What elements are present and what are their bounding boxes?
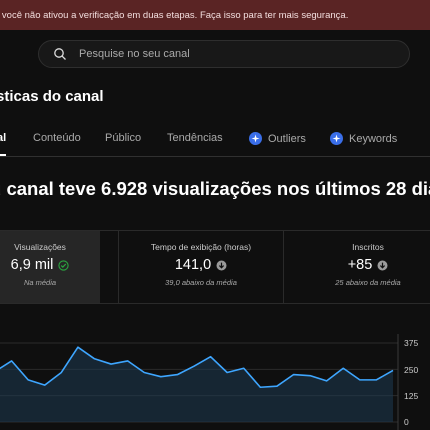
- views-chart-svg: [0, 334, 399, 430]
- tab-trends[interactable]: Tendências: [167, 132, 223, 144]
- data-point[interactable]: [209, 355, 213, 359]
- y-tick-label: 250: [404, 365, 419, 375]
- sparkle-icon: [249, 132, 262, 145]
- metric-value-row: +85: [283, 257, 430, 273]
- data-point[interactable]: [358, 378, 362, 382]
- tab-overview[interactable]: al: [0, 132, 6, 144]
- search-bar[interactable]: [38, 40, 410, 68]
- metric-value-row: 6,9 mil: [0, 257, 100, 273]
- data-point[interactable]: [391, 368, 395, 372]
- data-point[interactable]: [43, 383, 47, 387]
- views-area-fill: [0, 347, 393, 422]
- data-point[interactable]: [159, 375, 163, 379]
- down-arrow-icon: [216, 260, 227, 271]
- metric-value: 6,9 mil: [10, 257, 54, 273]
- data-point[interactable]: [308, 374, 312, 378]
- down-arrow-icon: [377, 260, 388, 271]
- data-point[interactable]: [76, 345, 80, 349]
- data-point[interactable]: [126, 359, 130, 363]
- search-input[interactable]: [79, 48, 379, 60]
- data-point[interactable]: [325, 379, 329, 383]
- data-point[interactable]: [225, 370, 229, 374]
- data-point[interactable]: [59, 370, 63, 374]
- data-point[interactable]: [341, 366, 345, 370]
- tab-label: Conteúdo: [33, 132, 81, 144]
- data-point[interactable]: [374, 378, 378, 382]
- tab-keywords[interactable]: Keywords: [330, 132, 397, 145]
- summary-headline: u canal teve 6.928 visualizações nos últ…: [0, 178, 430, 199]
- data-point[interactable]: [292, 373, 296, 377]
- data-point[interactable]: [26, 378, 30, 382]
- metric-value: +85: [347, 257, 373, 273]
- metric-note: 25 abaixo da média: [335, 278, 401, 287]
- tab-outliers[interactable]: Outliers: [249, 132, 306, 145]
- sparkle-icon: [330, 132, 343, 145]
- data-point[interactable]: [142, 370, 146, 374]
- metric-value: 141,0: [174, 257, 212, 273]
- tab-label: Tendências: [167, 132, 223, 144]
- tab-bar: al Conteúdo Público Tendências Outliers …: [0, 120, 430, 157]
- active-tab-indicator: [0, 154, 6, 156]
- data-point[interactable]: [258, 385, 262, 389]
- data-point[interactable]: [93, 357, 97, 361]
- metric-value-row: 141,0: [119, 257, 283, 273]
- y-tick-label: 375: [404, 338, 419, 348]
- metric-card-views[interactable]: Visualizações 6,9 mil Na média: [0, 231, 100, 303]
- metric-note: 39,0 abaixo da média: [165, 278, 237, 287]
- metric-card-subscribers[interactable]: Inscritos +85 25 abaixo da média: [283, 231, 430, 303]
- metric-card-watch-time[interactable]: Tempo de exibição (horas) 141,0 39,0 aba…: [118, 231, 284, 303]
- data-point[interactable]: [192, 364, 196, 368]
- data-point[interactable]: [175, 373, 179, 377]
- y-tick-label: 0: [404, 417, 409, 427]
- tab-label: al: [0, 132, 7, 144]
- tab-content[interactable]: Conteúdo: [33, 132, 81, 144]
- metric-label: Visualizações: [14, 242, 66, 252]
- data-point[interactable]: [10, 359, 14, 363]
- tab-label: Público: [105, 132, 142, 144]
- data-point[interactable]: [242, 366, 246, 370]
- data-point[interactable]: [275, 384, 279, 388]
- tab-audience[interactable]: Público: [105, 132, 141, 144]
- metric-label: Tempo de exibição (horas): [150, 242, 252, 252]
- page-title: sticas do canal: [0, 88, 104, 105]
- data-point[interactable]: [109, 362, 113, 366]
- metrics-row: Visualizações 6,9 mil Na média Tempo de …: [0, 230, 430, 304]
- search-icon: [53, 47, 67, 61]
- check-circle-icon: [58, 259, 70, 271]
- tab-label: Outliers: [268, 132, 306, 145]
- banner-text: e você não ativou a verificação em duas …: [0, 9, 349, 21]
- metric-label: Inscritos: [352, 242, 384, 252]
- y-tick-label: 125: [404, 391, 419, 401]
- views-chart: 375 250 125 0: [0, 330, 430, 430]
- two-factor-warning-banner: e você não ativou a verificação em duas …: [0, 0, 430, 30]
- metric-note: Na média: [23, 278, 57, 287]
- tab-label: Keywords: [349, 132, 398, 145]
